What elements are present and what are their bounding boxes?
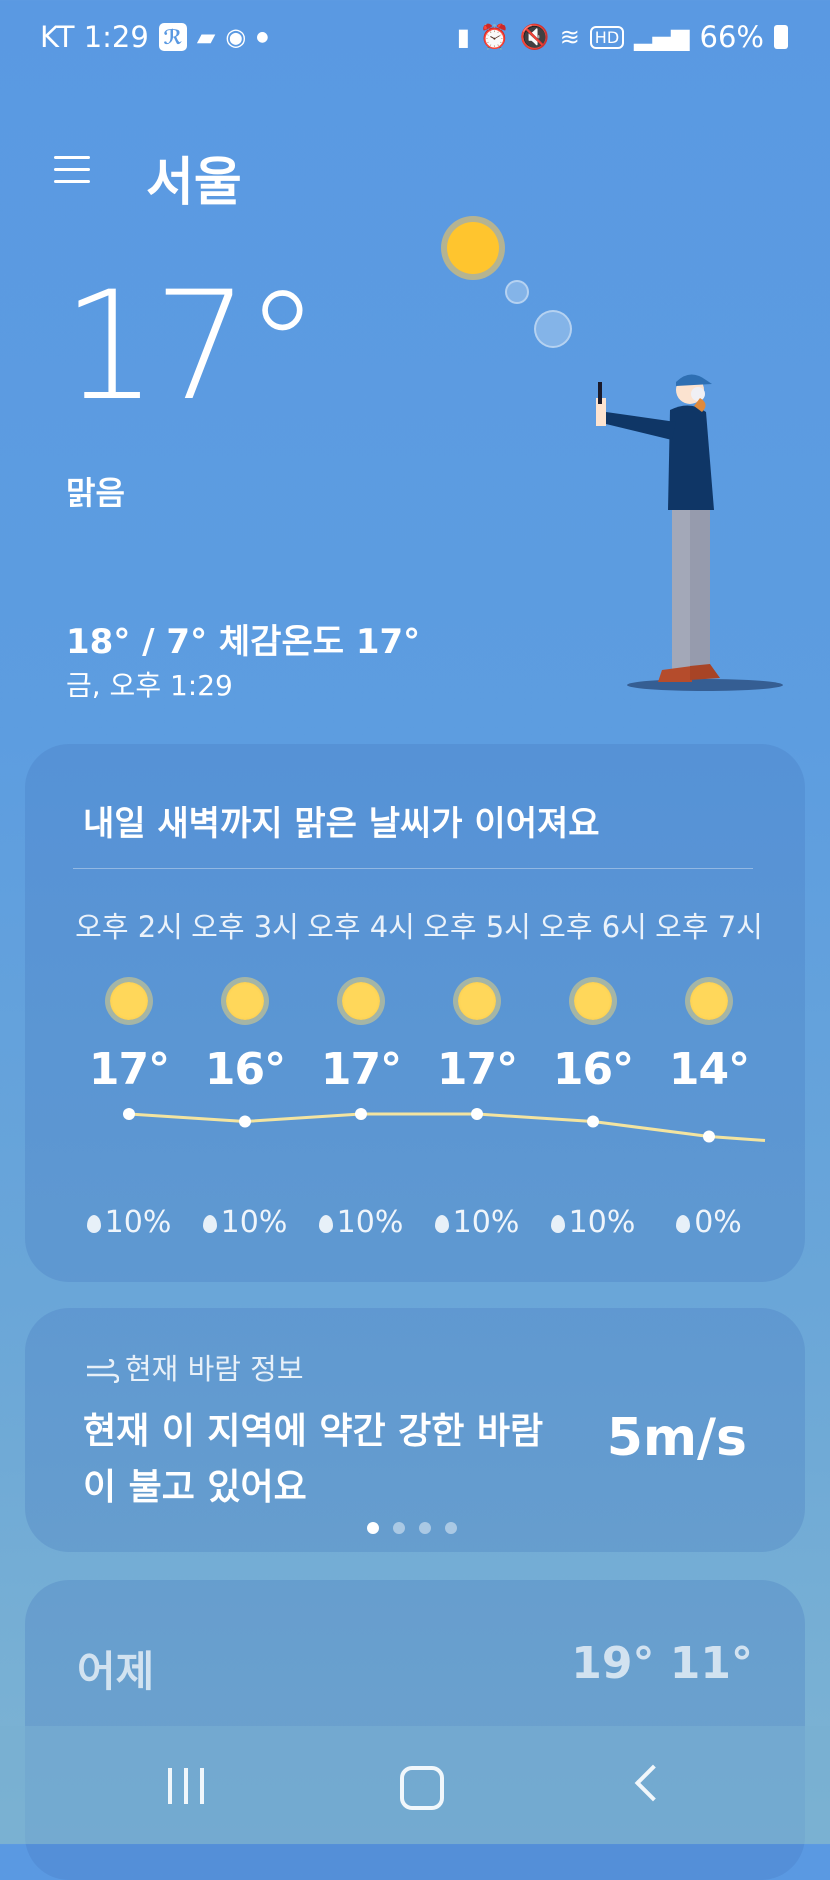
wind-message: 현재 이 지역에 약간 강한 바람이 불고 있어요 [83,1411,544,1508]
alarm-icon: ⏰ [479,23,510,51]
page-dot[interactable] [419,1522,431,1534]
sun-icon [447,222,499,274]
hourly-list[interactable]: 오후 2시 17° 10% 오후 3시 16° 10% 오후 4시 17° 10% 오후 5시 17… [71,904,791,1264]
rain-value: 10% [104,1205,172,1240]
hour-temp: 17° [88,1044,170,1095]
hour-label: 오후 5시 [423,910,531,944]
hour-item: 오후 7시 14° 0% [651,904,767,1240]
sun-icon [458,982,496,1020]
hour-item: 오후 5시 17° 10% [419,904,535,1240]
hour-temp: 16° [552,1044,634,1095]
app-notification-icon: ℛ [158,23,187,51]
sun-icon [574,982,612,1020]
hour-label: 오후 3시 [191,910,299,944]
hour-item: 오후 6시 16° 10% [535,904,651,1240]
carrier-time: KT 1:29 [40,20,149,54]
hour-label: 오후 7시 [655,910,763,944]
recent-apps-button[interactable] [168,1768,204,1804]
rain-chance: 10% [303,1205,419,1240]
current-temperature: 17° [62,260,320,434]
forecast-summary: 내일 새벽까지 맑은 날씨가 이어져요 [83,804,600,844]
rain-value: 10% [336,1205,404,1240]
battery-saver-icon: ▮ [456,23,470,51]
menu-icon[interactable] [54,156,90,186]
hour-item: 오후 3시 16° 10% [187,904,303,1240]
rain-chance: 10% [419,1205,535,1240]
raindrop-icon [86,1215,101,1233]
wind-speed: 5m/s [606,1408,747,1468]
wind-card[interactable]: 현재 바람 정보 현재 이 지역에 약간 강한 바람이 불고 있어요 5m/s [25,1308,805,1552]
raindrop-icon [202,1215,217,1233]
current-condition: 맑음 [66,474,125,512]
hour-label: 오후 2시 [75,910,183,944]
wifi-icon: ≋ [559,23,580,51]
divider [73,868,753,869]
yesterday-temps: 19° 11° [571,1638,753,1689]
home-button[interactable] [400,1766,444,1810]
page-dot[interactable] [445,1522,457,1534]
rain-chance: 0% [651,1205,767,1240]
sun-icon [226,982,264,1020]
battery-icon [774,25,788,49]
raindrop-icon [676,1215,691,1233]
hd-icon: HD [589,25,625,49]
page-indicator[interactable] [367,1522,457,1534]
hour-temp: 17° [320,1044,402,1095]
person-illustration [596,374,783,691]
hi-lo-feels-like: 18° / 7° 체감온도 17° [66,622,421,662]
page-dot[interactable] [367,1522,379,1534]
current-datetime: 금, 오후 1:29 [66,669,233,702]
yesterday-label: 어제 [77,1647,155,1696]
rain-chance: 10% [535,1205,651,1240]
rain-value: 10% [220,1205,288,1240]
raindrop-icon [434,1215,449,1233]
hour-label: 오후 6시 [539,910,647,944]
hour-temp: 17° [436,1044,518,1095]
wind-label: 현재 바람 정보 [125,1352,304,1386]
mute-icon: 🔇 [519,23,550,51]
rain-value: 10% [568,1205,636,1240]
message-icon: ▰ [196,23,216,51]
hour-item: 오후 4시 17° 10% [303,904,419,1240]
sun-icon [110,982,148,1020]
rain-value: 0% [694,1205,742,1240]
hourly-forecast-card[interactable]: 내일 새벽까지 맑은 날씨가 이어져요 오후 2시 17° 10% 오후 3시 16° 1… [25,744,805,1282]
page-dot[interactable] [393,1522,405,1534]
raindrop-icon [318,1215,333,1233]
bubble-decoration [505,280,529,304]
bubble-decoration [534,310,572,348]
sun-icon [690,982,728,1020]
signal-icon: ▂▄▆ [634,23,690,51]
rain-value: 10% [452,1205,520,1240]
hour-temp: 14° [668,1044,750,1095]
wind-icon [87,1359,119,1383]
rain-chance: 10% [187,1205,303,1240]
avatar-notification-icon: ◉ [225,23,247,51]
city-name: 서울 [146,153,242,213]
rain-chance: 10% [71,1205,187,1240]
wind-label-row: 현재 바람 정보 [85,1346,304,1388]
more-notifications-icon: ● [256,29,269,45]
hour-temp: 16° [204,1044,286,1095]
hour-item: 오후 2시 17° 10% [71,904,187,1240]
sun-icon [342,982,380,1020]
battery-percent: 66% [699,20,764,54]
status-bar: KT 1:29 ℛ ▰ ◉ ● ▮ ⏰ 🔇 ≋ HD ▂▄▆ 66% [0,0,830,76]
raindrop-icon [550,1215,565,1233]
hour-label: 오후 4시 [307,910,415,944]
